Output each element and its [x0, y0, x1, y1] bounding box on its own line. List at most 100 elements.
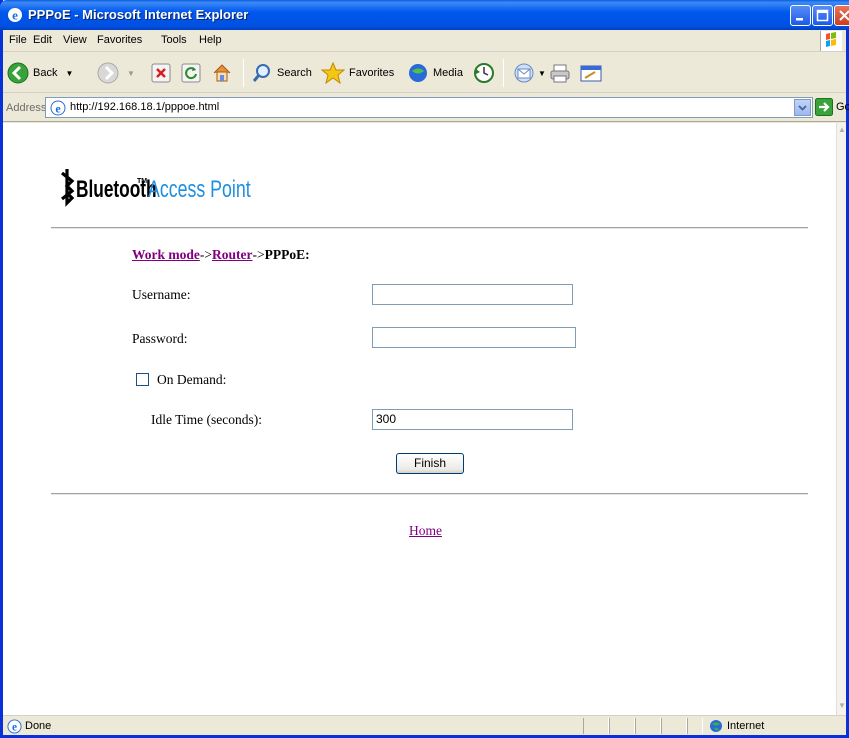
back-arrow-icon	[7, 62, 29, 84]
media-button[interactable]: Media	[407, 59, 463, 87]
password-input[interactable]	[372, 327, 576, 348]
address-input[interactable]: e http://192.168.18.1/pppoe.html	[45, 97, 813, 118]
chevron-down-icon: ▼	[127, 68, 135, 78]
go-button[interactable]: Go	[815, 98, 849, 116]
search-button[interactable]: Search	[251, 59, 312, 87]
username-input[interactable]	[372, 284, 573, 305]
menu-file[interactable]: File	[9, 34, 27, 46]
svg-text:e: e	[12, 8, 18, 23]
idle-time-input[interactable]: 300	[372, 409, 573, 430]
back-button[interactable]: Back ▼	[7, 59, 73, 87]
mail-button[interactable]: ▼	[513, 59, 546, 87]
globe-icon	[710, 720, 722, 732]
scroll-down-icon[interactable]: ▼	[837, 701, 847, 713]
favorites-label: Favorites	[349, 67, 395, 79]
back-label: Back	[33, 67, 58, 79]
stop-button[interactable]	[151, 59, 171, 87]
menu-tools[interactable]: Tools	[161, 34, 187, 46]
divider	[51, 493, 808, 495]
search-icon	[252, 64, 270, 82]
go-arrow-icon	[815, 98, 833, 116]
title-bar[interactable]: e PPPoE - Microsoft Internet Explorer	[0, 0, 849, 30]
divider	[51, 227, 808, 229]
breadcrumb-work-mode-link[interactable]: Work mode	[132, 247, 200, 262]
svg-text:e: e	[55, 102, 61, 116]
status-cell	[609, 718, 635, 734]
close-button[interactable]	[834, 5, 849, 26]
address-label: Address	[6, 102, 47, 114]
status-bar: e Done Internet	[3, 715, 846, 735]
minimize-button[interactable]	[790, 5, 811, 26]
on-demand-checkbox[interactable]	[136, 373, 149, 386]
finish-button[interactable]: Finish	[396, 453, 464, 474]
maximize-icon	[816, 9, 829, 22]
mail-icon	[514, 63, 534, 83]
ie-logo-icon: e	[8, 8, 22, 23]
media-icon	[409, 64, 427, 82]
chevron-down-icon: ▼	[65, 68, 74, 78]
toolbar-separator	[243, 59, 244, 87]
breadcrumb-separator: ->	[199, 247, 212, 262]
svg-text:e: e	[12, 722, 17, 734]
breadcrumb: Work mode->Router->PPPoE:	[132, 247, 310, 263]
forward-arrow-icon	[97, 62, 119, 84]
svg-text:TM: TM	[137, 178, 147, 185]
status-cell	[661, 718, 687, 734]
on-demand-label: On Demand:	[157, 372, 227, 387]
scroll-up-icon[interactable]: ▲	[837, 125, 847, 137]
refresh-icon	[181, 63, 201, 83]
security-zone: Internet	[709, 719, 764, 733]
star-icon	[321, 62, 345, 84]
forward-button[interactable]: ▼	[97, 59, 135, 87]
password-label: Password:	[132, 331, 188, 346]
edit-page-icon	[580, 65, 602, 82]
favorites-button[interactable]: Favorites	[321, 59, 394, 87]
menu-edit[interactable]: Edit	[33, 34, 52, 46]
status-cell	[583, 718, 609, 734]
toolbar: Back ▼ ▼ Search Favorites Media ▼	[3, 53, 846, 93]
history-button[interactable]	[473, 59, 495, 87]
browser-window: e PPPoE - Microsoft Internet Explorer Fi…	[0, 0, 849, 738]
page-icon: e	[7, 719, 22, 734]
stop-icon	[151, 63, 171, 83]
page-content: Bluetooth TM Access Point Work mode->Rou…	[3, 123, 846, 715]
status-text: Done	[25, 720, 52, 732]
menu-help[interactable]: Help	[199, 34, 222, 46]
breadcrumb-separator: ->	[252, 247, 265, 262]
home-button[interactable]	[211, 59, 233, 87]
address-bar: Address e http://192.168.18.1/pppoe.html…	[3, 94, 849, 122]
username-label: Username:	[132, 287, 191, 302]
breadcrumb-router-link[interactable]: Router	[212, 247, 253, 262]
page-icon: e	[50, 100, 66, 116]
menu-view[interactable]: View	[63, 34, 87, 46]
zone-label: Internet	[727, 720, 765, 732]
search-label: Search	[277, 67, 312, 79]
vertical-scrollbar[interactable]: ▲ ▼	[836, 123, 846, 715]
address-dropdown-button[interactable]	[794, 99, 811, 116]
media-label: Media	[433, 67, 463, 79]
bluetooth-access-point-logo: Bluetooth TM Access Point	[61, 169, 251, 207]
close-icon	[839, 10, 849, 21]
address-url: http://192.168.18.1/pppoe.html	[70, 101, 220, 113]
chevron-down-icon: ▼	[538, 68, 546, 78]
maximize-button[interactable]	[812, 5, 833, 26]
edit-button[interactable]	[579, 59, 603, 87]
history-icon	[474, 63, 494, 83]
idle-time-label: Idle Time (seconds):	[151, 412, 262, 427]
home-icon	[213, 64, 231, 82]
minimize-icon	[796, 18, 803, 21]
status-cell	[687, 718, 703, 734]
menu-favorites[interactable]: Favorites	[97, 34, 142, 46]
print-icon	[550, 64, 570, 83]
home-link[interactable]: Home	[409, 523, 442, 539]
chevron-down-icon	[798, 105, 807, 111]
status-cell	[635, 718, 661, 734]
go-label: Go	[836, 101, 849, 113]
breadcrumb-current: PPPoE:	[264, 247, 310, 262]
window-title: PPPoE - Microsoft Internet Explorer	[28, 7, 249, 22]
refresh-button[interactable]	[181, 59, 201, 87]
svg-text:Access Point: Access Point	[148, 177, 251, 203]
windows-flag-icon	[820, 31, 842, 51]
toolbar-separator	[503, 59, 504, 87]
print-button[interactable]	[549, 59, 571, 87]
